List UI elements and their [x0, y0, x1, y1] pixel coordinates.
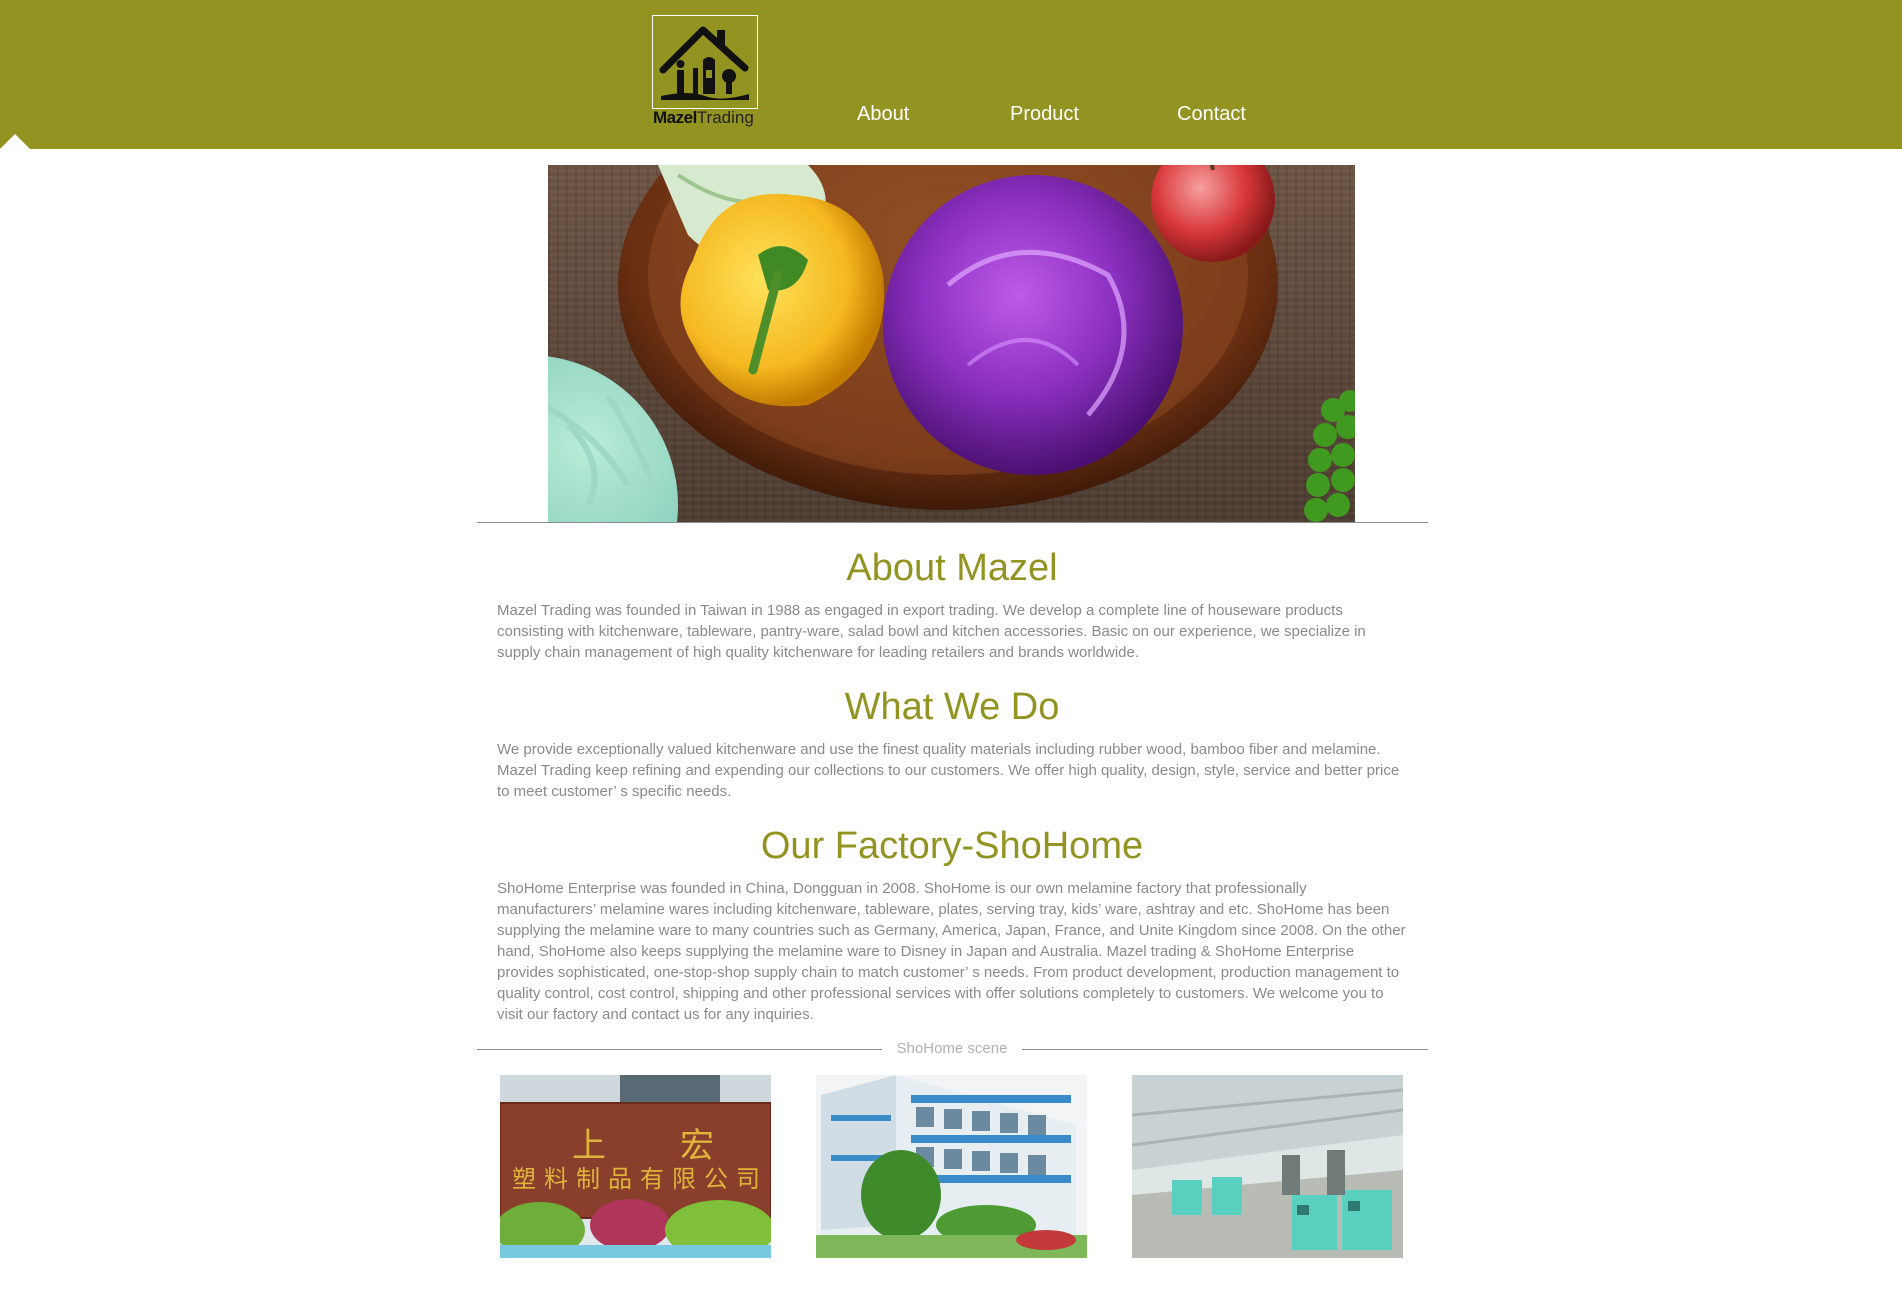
brand-name-bold: Mazel [653, 108, 697, 127]
hero-divider [477, 522, 1428, 523]
brand-name: MazelTrading [653, 107, 763, 129]
hero-vegetables-image [548, 165, 1355, 522]
what-we-do-text: We provide exceptionally valued kitchenw… [497, 741, 1400, 800]
about-heading: About Mazel [846, 547, 1058, 589]
brand-name-regular: Trading [696, 108, 754, 127]
house-logo-icon[interactable] [652, 15, 758, 109]
factory-heading: Our Factory-ShoHome [760, 825, 1144, 867]
what-we-do-heading: What We Do [844, 686, 1060, 728]
scene-label: ShoHome scene [882, 1039, 1022, 1059]
factory-interior-photo[interactable] [1132, 1075, 1403, 1258]
nav-contact[interactable]: Contact [1177, 100, 1246, 128]
factory-text: ShoHome Enterprise was founded in China,… [497, 880, 1406, 1023]
sign-char-1: 上 [572, 1126, 606, 1166]
sign-char-2: 宏 [680, 1126, 714, 1166]
nav-about[interactable]: About [857, 100, 909, 128]
about-text: Mazel Trading was founded in Taiwan in 1… [497, 602, 1366, 661]
nav-product[interactable]: Product [1010, 100, 1079, 128]
factory-sign-photo[interactable]: 上 宏 塑料制品有限公司 [500, 1075, 771, 1258]
header-notch [0, 134, 30, 149]
site-header: MazelTrading About Product Contact [0, 0, 1902, 149]
factory-building-photo[interactable] [816, 1075, 1087, 1258]
